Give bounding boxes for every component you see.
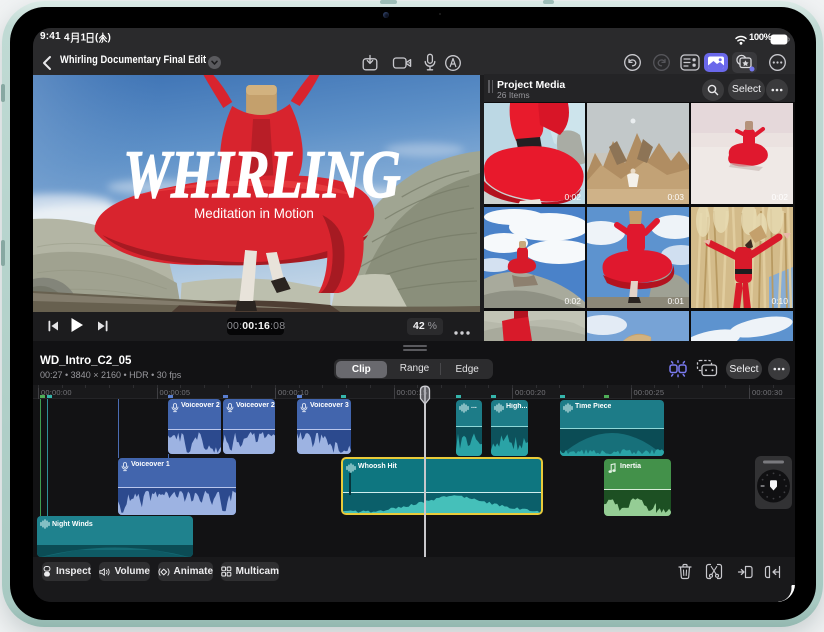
svg-text:0:10: 0:10	[771, 296, 788, 306]
svg-text:Meditation in Motion: Meditation in Motion	[194, 206, 314, 221]
svg-text:4: 4	[64, 33, 70, 44]
svg-text:0:03: 0:03	[667, 192, 684, 202]
svg-text:WHIRLING: WHIRLING	[123, 137, 401, 212]
svg-text:1: 1	[81, 33, 87, 44]
svg-text:0:02: 0:02	[771, 192, 788, 202]
svg-text:0:02: 0:02	[564, 296, 581, 306]
svg-text:): )	[108, 33, 111, 44]
svg-text:(: (	[95, 33, 99, 44]
svg-text:0:01: 0:01	[667, 296, 684, 306]
svg-text:0:02: 0:02	[564, 192, 581, 202]
